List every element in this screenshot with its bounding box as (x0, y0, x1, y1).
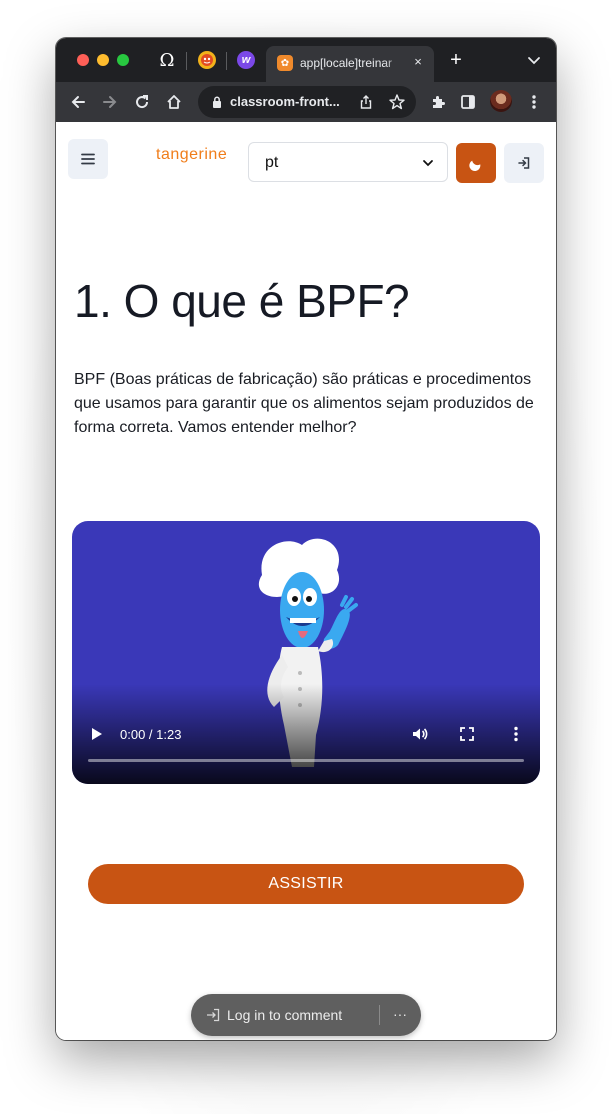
moon-icon (469, 160, 481, 171)
tab-strip: Ω w ✿ app[locale]treinar × + (56, 38, 556, 82)
forward-arrow-icon[interactable] (100, 92, 120, 112)
comment-bar-divider (379, 1005, 380, 1025)
tab-active[interactable]: ✿ app[locale]treinar × (266, 46, 434, 82)
hamburger-icon (81, 153, 95, 165)
video-progress-bar[interactable] (88, 759, 524, 762)
chevron-down-icon (421, 156, 435, 170)
lock-icon[interactable] (210, 95, 224, 109)
browser-toolbar: classroom-front... (56, 82, 556, 122)
volume-icon[interactable] (411, 725, 429, 743)
tab-close-icon[interactable]: × (410, 54, 426, 70)
video-time: 0:00 / 1:23 (120, 727, 182, 742)
login-button[interactable] (504, 143, 544, 183)
page-content: tangerine pt 1. O que é BPF? BPF (Boas p… (56, 122, 556, 1040)
extensions-puzzle-icon[interactable] (428, 92, 448, 112)
side-panel-icon[interactable] (458, 92, 478, 112)
maximize-window-button[interactable] (117, 54, 129, 66)
more-options-icon[interactable] (507, 725, 525, 743)
video-player[interactable]: 0:00 / 1:23 (72, 521, 540, 784)
close-window-button[interactable] (77, 54, 89, 66)
bookmark-star-icon[interactable] (388, 93, 406, 111)
login-icon (518, 157, 530, 169)
browser-window: Ω w ✿ app[locale]treinar × + classroom-f… (56, 38, 556, 1040)
watch-button[interactable]: ASSISTIR (88, 864, 524, 904)
profile-avatar[interactable] (490, 90, 512, 112)
w-logo-icon[interactable]: w (237, 51, 255, 69)
share-icon[interactable] (358, 94, 374, 110)
lesson-title: 1. O que é BPF? (74, 275, 410, 327)
url-text: classroom-front... (230, 94, 340, 109)
language-select[interactable]: pt (248, 142, 448, 182)
login-arrow-icon (205, 1007, 221, 1023)
tab-title-fade (384, 52, 406, 74)
back-arrow-icon[interactable] (68, 92, 88, 112)
home-icon[interactable] (164, 92, 184, 112)
dark-mode-toggle-button[interactable] (456, 143, 496, 183)
login-to-comment-button[interactable]: Log in to comment (227, 1007, 342, 1023)
tab-separator (226, 52, 227, 70)
tiger-icon[interactable] (198, 51, 216, 69)
brand-logo[interactable]: tangerine (156, 146, 227, 164)
reload-icon[interactable] (132, 92, 152, 112)
fullscreen-icon[interactable] (459, 726, 475, 742)
play-icon[interactable] (88, 726, 104, 742)
tab-separator (186, 52, 187, 70)
address-bar[interactable]: classroom-front... (198, 86, 416, 118)
lesson-description: BPF (Boas práticas de fabricação) são pr… (74, 371, 534, 436)
omega-icon[interactable]: Ω (158, 50, 176, 71)
comment-bar: Log in to comment ··· (191, 994, 421, 1036)
tangerine-favicon-icon: ✿ (277, 55, 293, 71)
language-select-value: pt (265, 154, 279, 171)
hamburger-menu-button[interactable] (68, 139, 108, 179)
new-tab-button[interactable]: + (446, 50, 466, 70)
chevron-down-icon[interactable] (526, 52, 542, 68)
comment-more-button[interactable]: ··· (391, 1006, 409, 1024)
minimize-window-button[interactable] (97, 54, 109, 66)
kebab-menu-icon[interactable] (524, 92, 544, 112)
